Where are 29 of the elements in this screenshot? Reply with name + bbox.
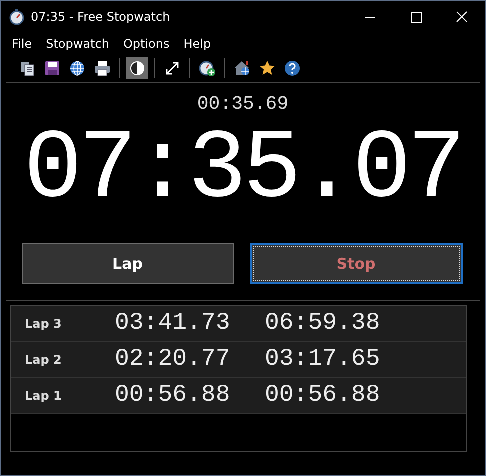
menu-item[interactable]: File (5, 35, 40, 55)
stopwatch-icon (9, 8, 25, 24)
split-time: 00:56.88 (115, 382, 232, 409)
menu-item[interactable]: Options (116, 35, 177, 55)
stop-button[interactable]: Stop (250, 243, 463, 284)
toggle-button[interactable] (126, 57, 148, 79)
split-time: 03:41.73 (115, 310, 232, 337)
total-time: 00:56.88 (265, 382, 382, 409)
lap-label: Lap 2 (24, 352, 63, 366)
expand-icon[interactable] (164, 60, 180, 76)
split-time: 02:20.77 (115, 346, 232, 373)
help-icon[interactable] (284, 60, 300, 76)
stopwatch-add-icon[interactable] (198, 60, 216, 76)
total-time: 06:59.38 (265, 310, 382, 337)
window-title: 07:35 - Free Stopwatch (31, 10, 172, 24)
lap-button[interactable]: Lap (22, 243, 234, 284)
lap-label: Lap 3 (24, 316, 63, 330)
lap-label: Lap 1 (24, 388, 63, 402)
total-time: 03:17.65 (265, 346, 382, 373)
globe-icon[interactable] (68, 60, 86, 76)
save-icon[interactable] (44, 60, 60, 76)
main-time: 07:35.07 (24, 117, 462, 225)
star-icon[interactable] (258, 60, 276, 76)
copy-icon[interactable] (18, 60, 36, 76)
lap-time: 00:35.69 (197, 93, 289, 115)
house-icon[interactable] (234, 60, 250, 76)
menu-item[interactable]: Stopwatch (39, 35, 116, 55)
printer-icon[interactable] (94, 60, 110, 76)
menu-item[interactable]: Help (176, 35, 218, 55)
